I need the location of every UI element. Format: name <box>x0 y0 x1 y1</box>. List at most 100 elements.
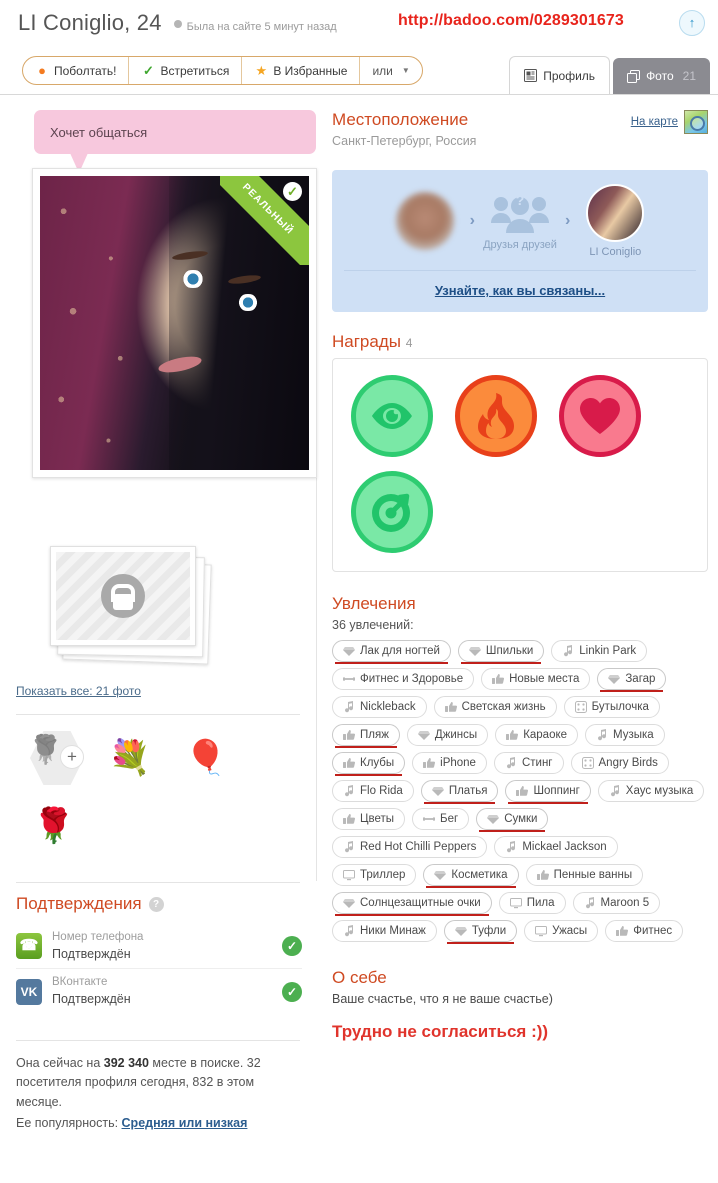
interest-tag[interactable]: Платья <box>420 780 499 804</box>
eye-award[interactable] <box>351 375 433 457</box>
interest-tag[interactable]: Фитнес и Здоровье <box>332 668 475 690</box>
interest-tag[interactable]: Стинг <box>493 752 564 774</box>
favorite-button[interactable]: ★ В Избранные <box>242 57 361 84</box>
profile-icon <box>524 69 538 82</box>
interest-tag-label: Ники Минаж <box>360 925 426 937</box>
diamond-icon <box>343 645 355 657</box>
interest-tag-label: Сумки <box>504 813 538 825</box>
interest-tag[interactable]: Солнцезащитные очки <box>332 892 492 916</box>
interest-tag[interactable]: Караоке <box>495 724 579 746</box>
interest-tag[interactable]: Хаус музыка <box>597 780 705 802</box>
target-name-label: LI Coniglio <box>589 246 642 258</box>
how-connected-link[interactable]: Узнайте, как вы связаны... <box>435 283 605 298</box>
popularity-link[interactable]: Средняя или низкая <box>122 1116 248 1130</box>
interest-tag[interactable]: Лак для ногтей <box>332 640 451 664</box>
gift-balloons[interactable]: 🎈 <box>168 724 244 792</box>
interest-tag[interactable]: Бег <box>412 808 470 830</box>
question-mark-icon[interactable]: ? <box>148 896 164 912</box>
interest-tag[interactable]: Maroon 5 <box>572 892 661 914</box>
map-magnifier-icon[interactable] <box>684 110 708 134</box>
gifts-divider <box>16 714 300 715</box>
diamond-icon <box>454 925 467 937</box>
dice-icon <box>574 701 587 713</box>
target-icon <box>370 490 414 534</box>
verifications-title: Подтверждения <box>16 894 142 913</box>
show-all-photos-link[interactable]: Показать все: 21 фото <box>16 684 141 698</box>
interest-tag-label: Косметика <box>451 869 508 881</box>
interest-tag[interactable]: Косметика <box>423 864 519 888</box>
verified-check-icon: ✓ <box>283 182 302 201</box>
tv-icon <box>535 925 548 937</box>
interest-tag[interactable]: Пила <box>498 892 566 914</box>
chat-button[interactable]: ● Поболтать! <box>23 57 130 84</box>
interest-tag[interactable]: Linkin Park <box>551 640 648 662</box>
interest-tag[interactable]: Загар <box>597 668 667 692</box>
awards-header: Награды 4 <box>332 332 708 352</box>
interest-tag[interactable]: Angry Birds <box>570 752 669 774</box>
interest-tag[interactable]: Red Hot Chilli Peppers <box>332 836 488 858</box>
chat-bubble-icon: ● <box>38 62 46 78</box>
interest-tag-label: Пила <box>526 897 555 909</box>
interest-tag[interactable]: Mickael Jackson <box>494 836 618 858</box>
diamond-icon <box>431 785 444 797</box>
verifications-header: Подтверждения ? <box>16 894 302 914</box>
interest-tag[interactable]: Фитнес <box>605 920 684 942</box>
tab-photos[interactable]: Фото 21 <box>613 58 710 94</box>
locked-photo-front[interactable] <box>50 546 196 646</box>
arrow-up-icon: ↑ <box>688 15 696 30</box>
locked-photos-stack[interactable] <box>50 546 212 665</box>
heart-award[interactable] <box>559 375 641 457</box>
interest-tag-label: Лак для ногтей <box>360 645 440 657</box>
verification-vk-label: ВКонтакте <box>52 976 108 989</box>
thumb-up-icon <box>343 729 355 741</box>
interests-tag-list: Лак для ногтей Шпильки Linkin Park Фитнес и… <box>332 640 708 944</box>
interest-tag[interactable]: Flo Rida <box>332 780 414 802</box>
tv-icon <box>509 897 522 909</box>
interest-tag[interactable]: Nickleback <box>332 696 427 718</box>
more-actions-dropdown[interactable]: или ▼ <box>360 57 421 84</box>
profile-url[interactable]: http://badoo.com/0289301673 <box>398 12 624 30</box>
interest-tag[interactable]: Шпильки <box>457 640 545 664</box>
interest-tag[interactable]: Пляж <box>332 724 400 748</box>
thumb-up-icon <box>616 925 629 937</box>
verification-row-vk: VK ВКонтакте Подтверждён ✓ <box>16 969 302 1013</box>
interest-tag[interactable]: Туфли <box>443 920 518 944</box>
gift-add-button[interactable]: 🌹 + <box>16 724 92 792</box>
fire-award[interactable] <box>455 375 537 457</box>
on-map-link[interactable]: На карте <box>631 116 678 128</box>
interest-tag[interactable]: Шоппинг <box>505 780 591 804</box>
interest-tag[interactable]: Новые места <box>481 668 591 690</box>
about-title: О себе <box>332 968 387 987</box>
interest-tag[interactable]: Сумки <box>476 808 549 832</box>
interest-tag[interactable]: Пенные ванны <box>525 864 644 886</box>
balloons-icon: 🎈 <box>184 739 228 777</box>
interest-tag[interactable]: Триллер <box>332 864 417 886</box>
interest-tag-label: Бутылочка <box>591 701 649 713</box>
page-header: LI Coniglio, 24 Была на сайте 5 минут на… <box>0 0 718 96</box>
interest-tag[interactable]: Ники Минаж <box>332 920 437 942</box>
left-column: Хочет общаться РЕАЛЬНЫЙ ✓ Показать все: … <box>0 96 317 1130</box>
more-actions-label: или <box>372 63 393 78</box>
interest-tag-label: Пляж <box>360 729 389 741</box>
gift-rose[interactable]: 🌹 <box>16 792 92 860</box>
gifts-list: 🌹 + 💐 🎈 🌹 <box>16 724 316 860</box>
target-avatar <box>586 184 645 242</box>
meet-button[interactable]: ✓ Встретиться <box>129 57 243 84</box>
interest-tag[interactable]: Светская жизнь <box>433 696 557 718</box>
awards-title: Награды <box>332 332 401 351</box>
header-divider <box>0 94 718 95</box>
gift-bouquet[interactable]: 💐 <box>92 724 168 792</box>
tab-profile[interactable]: Профиль <box>509 56 611 94</box>
interest-tag[interactable]: Музыка <box>585 724 665 746</box>
interest-tag[interactable]: Бутылочка <box>563 696 660 718</box>
target-award[interactable] <box>351 471 433 553</box>
scroll-up-button[interactable]: ↑ <box>679 10 705 36</box>
diamond-icon <box>343 897 355 909</box>
interest-tag[interactable]: iPhone <box>412 752 487 774</box>
interest-tag[interactable]: Клубы <box>332 752 406 776</box>
interest-tag[interactable]: Цветы <box>332 808 406 830</box>
plus-icon: + <box>60 745 84 769</box>
interest-tag[interactable]: Ужасы <box>524 920 599 942</box>
interest-tag[interactable]: Джинсы <box>406 724 489 746</box>
main-photo[interactable]: РЕАЛЬНЫЙ ✓ <box>32 168 317 478</box>
